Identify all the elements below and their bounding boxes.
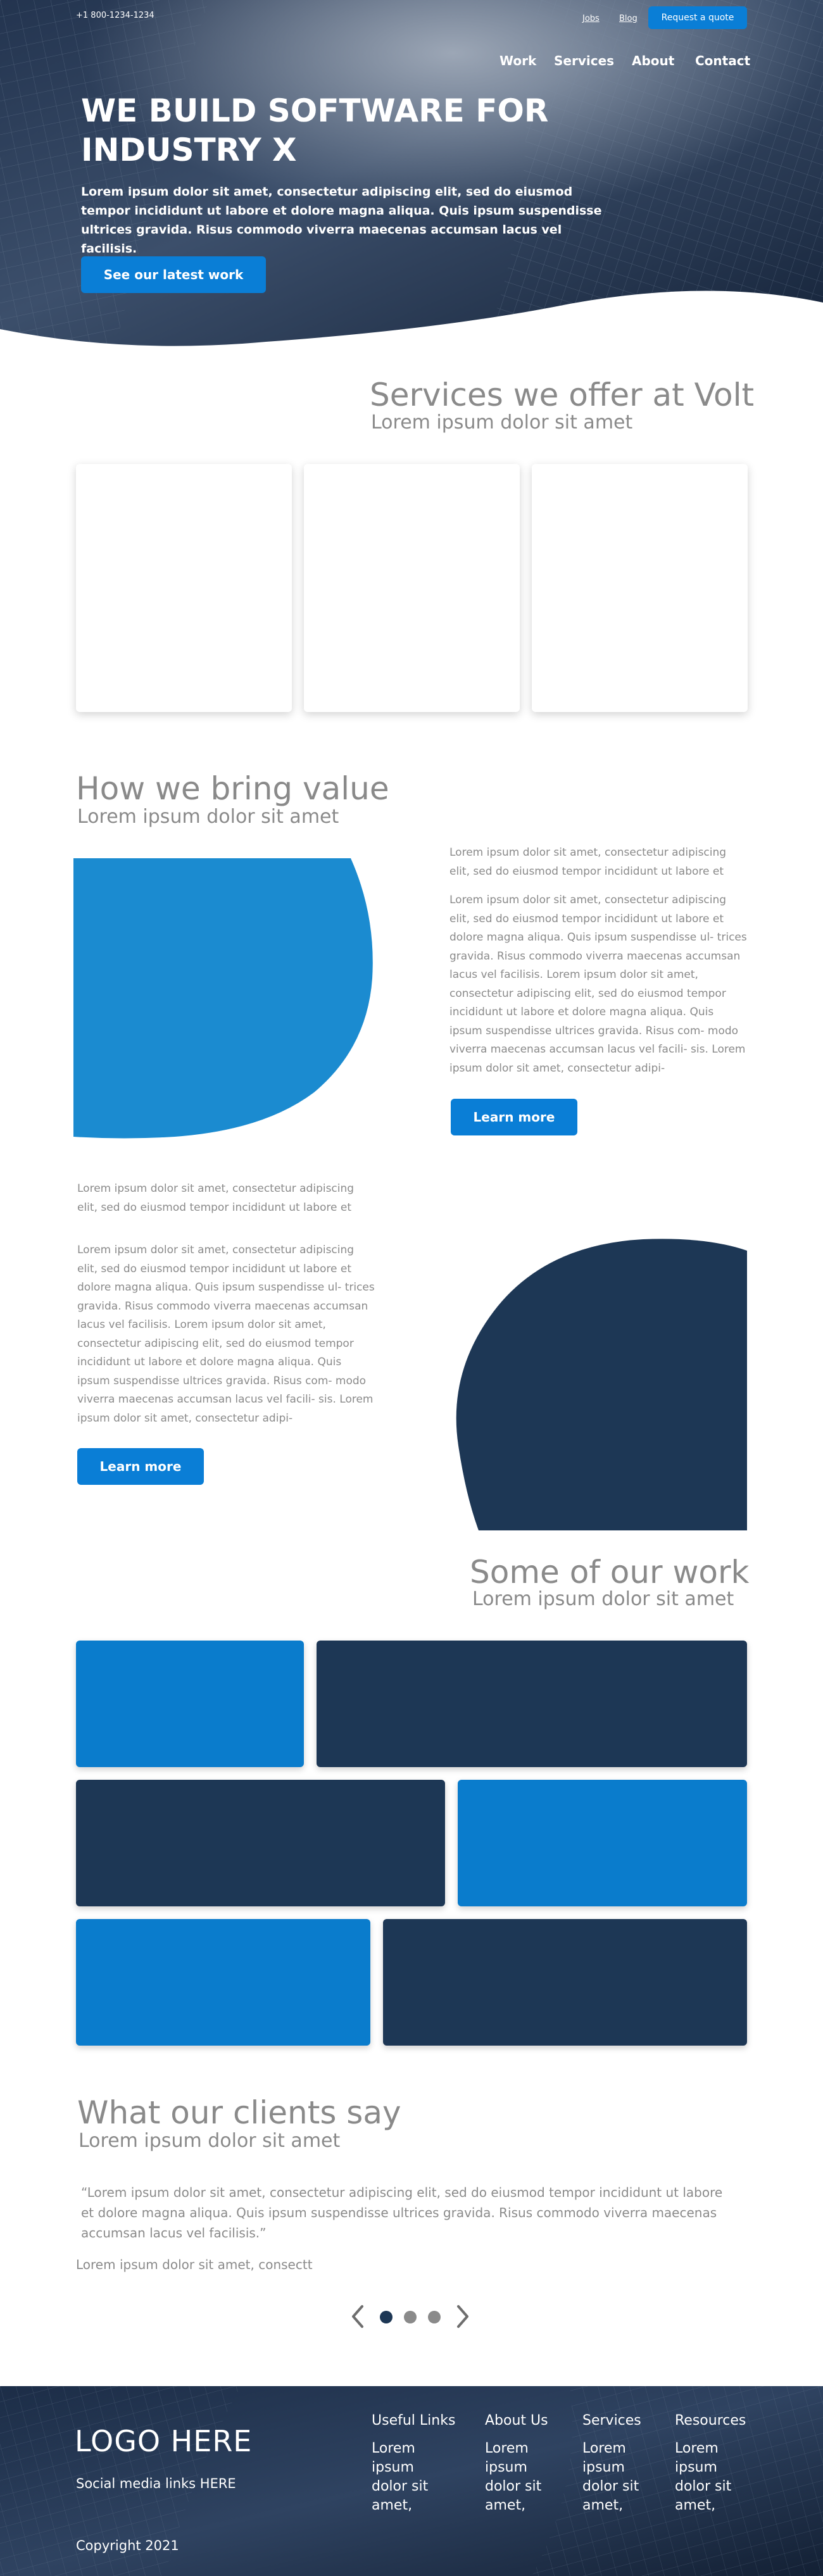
blue-blob-shape bbox=[73, 858, 373, 1139]
chevron-right-icon[interactable] bbox=[455, 2304, 471, 2329]
value-block2-intro: Lorem ipsum dolor sit amet, consectetur … bbox=[77, 1182, 355, 1214]
work-tile[interactable] bbox=[383, 1919, 747, 2046]
footer-column-text: Lorem ipsum dolor sit amet, consecte- bbox=[582, 2441, 639, 2513]
blog-link[interactable]: Blog bbox=[619, 14, 638, 23]
hero-text: Lorem ipsum dolor sit amet, consectetur … bbox=[81, 185, 602, 256]
footer-column-services: Services Lorem ipsum dolor sit amet, con… bbox=[582, 2411, 658, 2515]
service-card[interactable] bbox=[304, 464, 520, 712]
footer-column-text: Lorem ipsum dolor sit amet, consecte- bbox=[485, 2441, 542, 2513]
work-tile[interactable] bbox=[458, 1780, 747, 1906]
testimonials-subtitle: Lorem ipsum dolor sit amet bbox=[79, 2130, 341, 2152]
services-subtitle: Lorem ipsum dolor sit amet bbox=[371, 411, 633, 434]
request-quote-button[interactable]: Request a quote bbox=[648, 6, 747, 29]
work-tile[interactable] bbox=[76, 1919, 370, 2046]
footer-column-heading[interactable]: Useful Links bbox=[372, 2411, 455, 2430]
social-links[interactable]: Social media links HERE bbox=[76, 2476, 236, 2491]
services-title: Services we offer at Volt bbox=[370, 377, 755, 413]
learn-more-button[interactable]: Learn more bbox=[77, 1448, 204, 1485]
work-tile[interactable] bbox=[76, 1641, 304, 1767]
value-block2-body: Lorem ipsum dolor sit amet, consectetur … bbox=[77, 1244, 375, 1425]
value-block1-intro: Lorem ipsum dolor sit amet, consectetur … bbox=[449, 846, 727, 878]
work-title: Some of our work bbox=[470, 1554, 750, 1591]
nav-contact[interactable]: Contact bbox=[695, 53, 750, 68]
footer-column-heading[interactable]: Services bbox=[582, 2411, 658, 2430]
footer-logo[interactable]: LOGO HERE bbox=[75, 2424, 252, 2458]
testimonial-quote: “Lorem ipsum dolor sit amet, consectetur… bbox=[81, 2185, 723, 2241]
carousel-dot[interactable] bbox=[428, 2311, 441, 2323]
jobs-link[interactable]: Jobs bbox=[582, 14, 600, 23]
copyright: Copyright 2021 bbox=[76, 2538, 179, 2553]
nav-about[interactable]: About bbox=[632, 53, 674, 68]
value-subtitle: Lorem ipsum dolor sit amet bbox=[77, 806, 339, 828]
footer-column-text: Lorem ipsum dolor sit amet, consecte- bbox=[372, 2441, 429, 2513]
phone-number: +1 800-1234-1234 bbox=[76, 11, 154, 20]
footer-column-text: Lorem ipsum dolor sit amet, consecte- bbox=[675, 2441, 732, 2513]
nav-work[interactable]: Work bbox=[499, 53, 536, 68]
footer-column-about-us: About Us Lorem ipsum dolor sit amet, con… bbox=[485, 2411, 561, 2515]
carousel-dot-active[interactable] bbox=[380, 2311, 393, 2323]
testimonial-author: Lorem ipsum dolor sit amet, consectt bbox=[76, 2257, 313, 2272]
value-block1-body: Lorem ipsum dolor sit amet, consectetur … bbox=[449, 894, 747, 1075]
carousel-dot[interactable] bbox=[404, 2311, 417, 2323]
see-latest-work-button[interactable]: See our latest work bbox=[81, 256, 266, 293]
footer-column-useful-links: Useful Links Lorem ipsum dolor sit amet,… bbox=[372, 2411, 455, 2515]
work-tile[interactable] bbox=[76, 1780, 445, 1906]
service-card[interactable] bbox=[76, 464, 292, 712]
hero-title: WE BUILD SOFTWARE FOR INDUSTRY X bbox=[81, 92, 549, 168]
work-subtitle: Lorem ipsum dolor sit amet bbox=[472, 1588, 734, 1610]
chevron-left-icon[interactable] bbox=[349, 2304, 366, 2329]
work-tile[interactable] bbox=[317, 1641, 747, 1767]
learn-more-button[interactable]: Learn more bbox=[451, 1099, 577, 1135]
footer-column-resources: Resources Lorem ipsum dolor sit amet, co… bbox=[675, 2411, 751, 2515]
footer-column-heading[interactable]: About Us bbox=[485, 2411, 561, 2430]
nav-services[interactable]: Services bbox=[554, 53, 614, 68]
footer: LOGO HERE Social media links HERE Copyri… bbox=[0, 2386, 823, 2576]
hero-section: +1 800-1234-1234 Jobs Blog Request a quo… bbox=[0, 0, 823, 354]
footer-column-heading[interactable]: Resources bbox=[675, 2411, 751, 2430]
value-title: How we bring value bbox=[76, 770, 389, 807]
navy-blob-shape bbox=[456, 1239, 747, 1530]
testimonials-title: What our clients say bbox=[77, 2094, 401, 2131]
service-card[interactable] bbox=[532, 464, 748, 712]
